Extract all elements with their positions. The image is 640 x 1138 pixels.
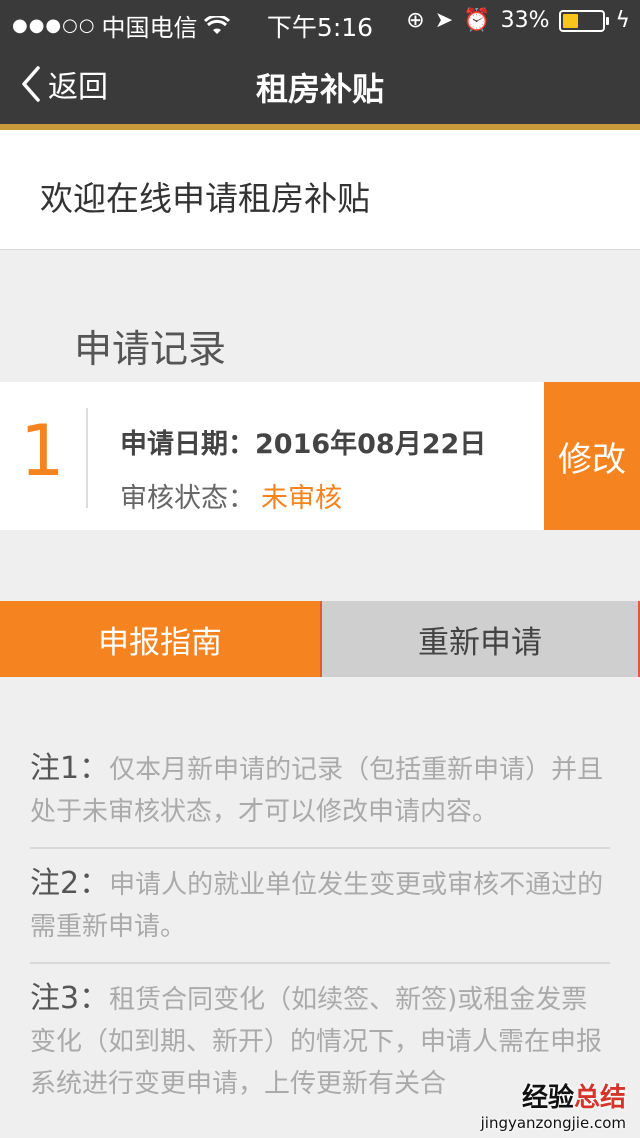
- status-bar: ●●●○○ 中国电信 下午5:16 ⊕ ➤ ⏰ 33% ϟ: [0, 0, 640, 44]
- tab-guide[interactable]: 申报指南: [0, 601, 320, 677]
- record-index: 1: [20, 410, 65, 492]
- note-text: 仅本月新申请的记录（包括重新申请）并且处于未审核状态，才可以修改申请内容。: [30, 755, 604, 827]
- note-divider: [30, 962, 610, 964]
- status-right: ⊕ ➤ ⏰ 33% ϟ: [406, 8, 630, 33]
- charging-icon: ϟ: [615, 8, 630, 33]
- watermark-brand-part2: 总结: [573, 1083, 626, 1113]
- record-date: 申请日期：2016年08月22日: [120, 422, 486, 461]
- page-title: 租房补贴: [255, 70, 384, 108]
- location-icon: ➤: [434, 8, 454, 33]
- welcome-banner: 欢迎在线申请租房补贴: [0, 130, 640, 250]
- watermark-url: jingyanzongjie.com: [480, 1114, 626, 1132]
- note-text: 申请人的就业单位发生变更或审核不通过的需重新申请。: [30, 870, 604, 942]
- date-value: 2016年08月22日: [255, 429, 487, 460]
- watermark-brand-part1: 经验: [521, 1083, 574, 1113]
- note-label: 注2：: [30, 866, 110, 901]
- note-divider: [30, 847, 610, 849]
- watermark-brand: 经验总结: [481, 1077, 626, 1114]
- record-divider: [86, 408, 88, 508]
- action-tabs: 申报指南 重新申请: [0, 601, 640, 677]
- watermark: 经验总结 jingyanzongjie.com: [481, 1077, 626, 1132]
- section-title: 申请记录: [74, 327, 227, 371]
- top-bar: ●●●○○ 中国电信 下午5:16 ⊕ ➤ ⏰ 33% ϟ 返回 租房补贴: [0, 0, 640, 124]
- date-label: 申请日期：: [120, 429, 255, 460]
- note-item: 注2：申请人的就业单位发生变更或审核不通过的需重新申请。: [30, 863, 610, 962]
- battery-percent: 33%: [500, 8, 550, 33]
- battery-icon: [559, 9, 610, 32]
- notes-list: 注1：仅本月新申请的记录（包括重新申请）并且处于未审核状态，才可以修改申请内容。…: [30, 748, 610, 1119]
- status-label: 审核状态：: [120, 483, 255, 514]
- rotation-lock-icon: ⊕: [406, 8, 425, 33]
- status-value: 未审核: [261, 483, 342, 514]
- note-label: 注3：: [30, 981, 110, 1016]
- alarm-icon: ⏰: [463, 8, 491, 33]
- tab-reapply[interactable]: 重新申请: [320, 601, 640, 677]
- nav-bar: 返回 租房补贴: [0, 44, 640, 124]
- note-item: 注1：仅本月新申请的记录（包括重新申请）并且处于未审核状态，才可以修改申请内容。: [30, 748, 610, 847]
- record-status: 审核状态： 未审核: [120, 476, 342, 515]
- edit-button[interactable]: 修改: [544, 382, 640, 530]
- note-label: 注1：: [30, 751, 110, 786]
